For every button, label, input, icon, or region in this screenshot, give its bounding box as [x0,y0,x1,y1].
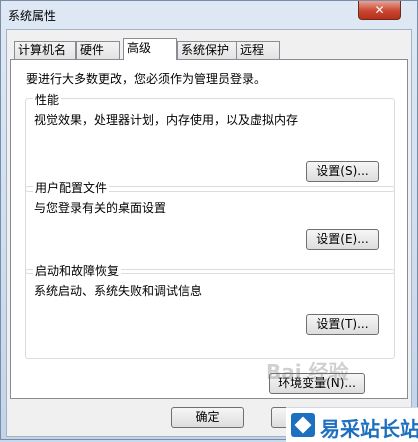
performance-group-title: 性能 [33,91,62,108]
site-logo-text: 易采站长站 [320,417,418,441]
advanced-tab-panel: 要进行大多数更改，您必须作为管理员登录。 性能 视觉效果，处理器计划，内存使用，… [10,59,408,399]
close-icon: ✕ [374,3,385,17]
startup-recovery-group: 启动和故障恢复 系统启动、系统失败和调试信息 设置(T)... [25,262,395,359]
admin-notice: 要进行大多数更改，您必须作为管理员登录。 [26,72,267,86]
tab-computer-name[interactable]: 计算机名 [14,41,76,59]
startup-recovery-group-title: 启动和故障恢复 [33,262,122,279]
tab-advanced[interactable]: 高级 [123,38,177,60]
user-profiles-settings-button[interactable]: 设置(E)... [306,229,379,250]
performance-group: 性能 视觉效果，处理器计划，内存使用，以及虚拟内存 设置(S)... [25,91,395,192]
title-bar[interactable]: 系统属性 ✕ [1,1,417,29]
startup-recovery-settings-button[interactable]: 设置(T)... [306,314,379,335]
user-profiles-description: 与您登录有关的桌面设置 [34,201,167,215]
startup-recovery-description: 系统启动、系统失败和调试信息 [34,284,203,298]
dialog-client-area: 计算机名 硬件 高级 系统保护 远程 要进行大多数更改，您必须作为管理员登录。 … [6,29,412,437]
ok-button[interactable]: 确定 [171,407,244,428]
performance-description: 视觉效果，处理器计划，内存使用，以及虚拟内存 [34,113,299,127]
performance-settings-button[interactable]: 设置(S)... [306,161,379,182]
baidu-jingyan-watermark: Bai 经验 [266,360,349,384]
system-properties-window: 系统属性 ✕ 计算机名 硬件 高级 系统保护 远程 要进行大多数更改，您必须作为… [0,0,418,442]
site-logo-icon [291,413,315,437]
close-button[interactable]: ✕ [358,1,401,20]
tab-hardware[interactable]: 硬件 [76,41,120,59]
user-profiles-group: 用户配置文件 与您登录有关的桌面设置 设置(E)... [25,179,395,274]
tab-remote[interactable]: 远程 [236,41,280,59]
window-title: 系统属性 [8,9,57,23]
tab-system-protection[interactable]: 系统保护 [177,41,237,59]
site-logo-badge: 易采站长站 [286,407,418,442]
user-profiles-group-title: 用户配置文件 [33,179,110,196]
